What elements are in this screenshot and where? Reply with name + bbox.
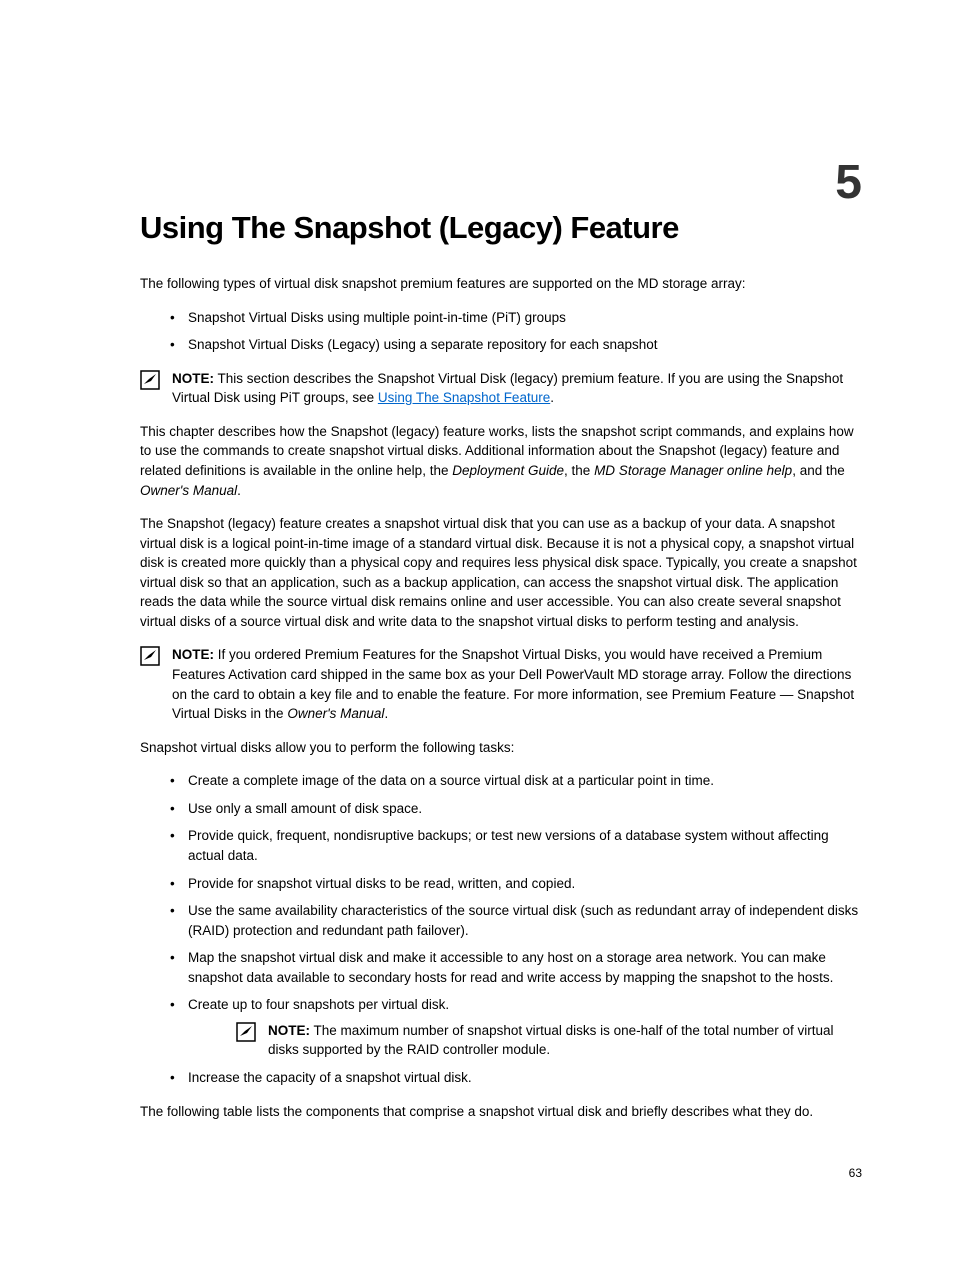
note-text: NOTE: The maximum number of snapshot vir… [268,1021,864,1060]
list-item: Create up to four snapshots per virtual … [170,995,864,1060]
list-item: Snapshot Virtual Disks (Legacy) using a … [170,335,864,355]
list-item: Snapshot Virtual Disks using multiple po… [170,308,864,328]
note-block-3: NOTE: The maximum number of snapshot vir… [236,1021,864,1060]
document-page: 5 Using The Snapshot (Legacy) Feature Th… [0,0,954,1195]
page-number: 63 [849,1166,862,1180]
text-run: , and the [792,463,845,478]
note-icon [140,370,160,390]
list-item: Provide for snapshot virtual disks to be… [170,874,864,894]
note-body: The maximum number of snapshot virtual d… [268,1023,834,1058]
note-block-1: NOTE: This section describes the Snapsho… [140,369,864,408]
feature-types-list: Snapshot Virtual Disks using multiple po… [140,308,864,355]
note-body-after-link: . [550,390,554,405]
list-item: Provide quick, frequent, nondisruptive b… [170,826,864,865]
note-text: NOTE: If you ordered Premium Features fo… [172,645,864,723]
note-body-after-italic: . [384,706,388,721]
chapter-title: Using The Snapshot (Legacy) Feature [140,210,864,246]
text-run: . [237,483,241,498]
list-item: Use only a small amount of disk space. [170,799,864,819]
text-run: , the [564,463,594,478]
note-block-2: NOTE: If you ordered Premium Features fo… [140,645,864,723]
owners-manual-ref: Owner's Manual [287,706,384,721]
tasks-intro-paragraph: Snapshot virtual disks allow you to perf… [140,738,864,758]
note-label: NOTE: [172,371,214,386]
note-label: NOTE: [268,1023,310,1038]
table-intro-paragraph: The following table lists the components… [140,1102,864,1122]
chapter-description-paragraph: This chapter describes how the Snapshot … [140,422,864,500]
note-text: NOTE: This section describes the Snapsho… [172,369,864,408]
deployment-guide-ref: Deployment Guide [452,463,564,478]
tasks-list: Create a complete image of the data on a… [140,771,864,1087]
note-body-before-italic: If you ordered Premium Features for the … [172,647,854,721]
list-item: Create a complete image of the data on a… [170,771,864,791]
list-item: Map the snapshot virtual disk and make i… [170,948,864,987]
note-icon [140,646,160,666]
owners-manual-ref: Owner's Manual [140,483,237,498]
snapshot-description-paragraph: The Snapshot (legacy) feature creates a … [140,514,864,631]
md-storage-manager-help-ref: MD Storage Manager online help [594,463,792,478]
list-item: Use the same availability characteristic… [170,901,864,940]
intro-paragraph: The following types of virtual disk snap… [140,274,864,294]
snapshot-feature-link[interactable]: Using The Snapshot Feature [378,390,550,405]
list-item: Increase the capacity of a snapshot virt… [170,1068,864,1088]
note-icon [236,1022,256,1042]
note-label: NOTE: [172,647,214,662]
list-item-text: Create up to four snapshots per virtual … [188,997,449,1012]
chapter-number: 5 [835,155,862,210]
